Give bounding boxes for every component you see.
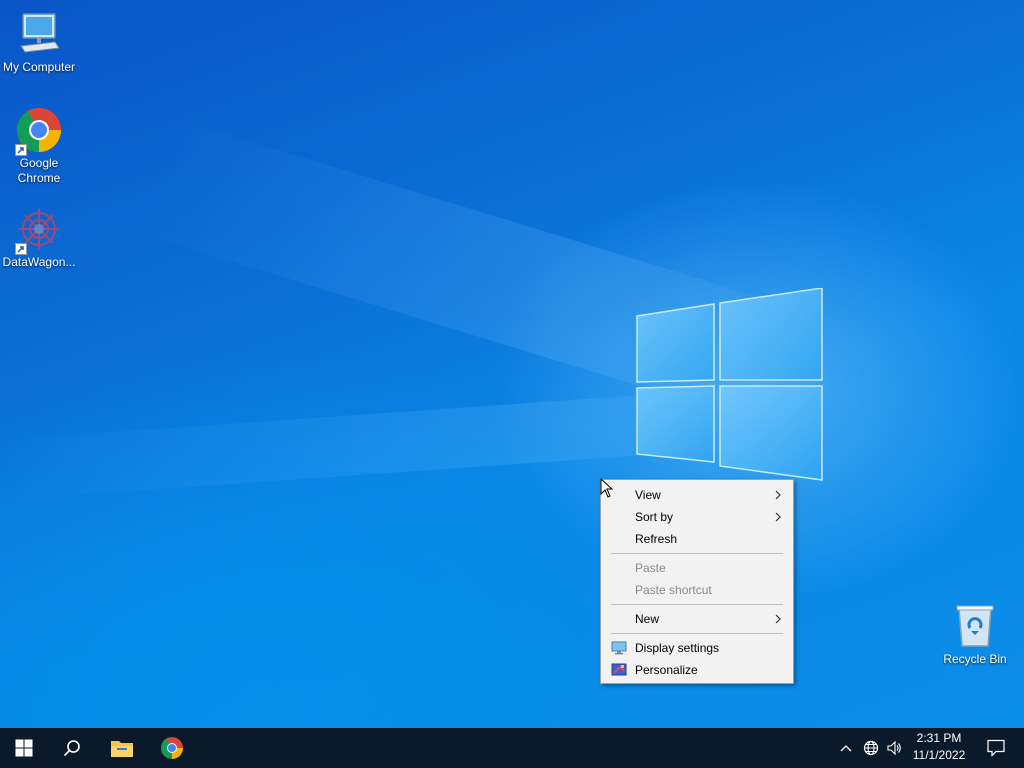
volume-button[interactable] (882, 728, 906, 768)
chevron-right-icon (775, 614, 781, 624)
menu-item-label: Display settings (635, 641, 720, 655)
menu-item-display-settings[interactable]: Display settings (601, 637, 793, 659)
windows-logo-wallpaper (636, 288, 823, 481)
taskbar: 2:31 PM 11/1/2022 (0, 728, 1024, 768)
search-icon (63, 740, 80, 757)
desktop-icon-my-computer[interactable]: My Computer (0, 10, 78, 75)
chevron-right-icon (775, 490, 781, 500)
menu-separator (611, 633, 783, 634)
computer-icon (15, 10, 63, 58)
action-center-icon (987, 739, 1005, 757)
menu-item-sort-by[interactable]: Sort by (601, 506, 793, 528)
start-button[interactable] (0, 728, 48, 768)
menu-item-label: Refresh (635, 532, 678, 546)
menu-item-label: Paste shortcut (635, 583, 712, 597)
menu-item-label: Sort by (635, 510, 674, 524)
desktop-icon-label: DataWagon... (2, 255, 76, 269)
desktop-icon-label: Chrome (17, 171, 61, 185)
clock-time: 2:31 PM (916, 731, 962, 745)
shortcut-arrow-icon (15, 243, 27, 255)
menu-separator (611, 604, 783, 605)
clock-date: 11/1/2022 (912, 748, 966, 762)
menu-item-label: View (635, 488, 661, 502)
desktop-icon-recycle-bin[interactable]: Recycle Bin (936, 602, 1014, 667)
menu-item-paste[interactable]: Paste (601, 557, 793, 579)
menu-item-label: Paste (635, 561, 666, 575)
menu-item-label: Personalize (635, 663, 698, 677)
menu-item-view[interactable]: View (601, 484, 793, 506)
desktop-icon-google-chrome[interactable]: Google Chrome (0, 106, 78, 186)
desktop-icon-label: My Computer (2, 60, 76, 74)
chrome-icon (15, 106, 63, 156)
menu-item-label: New (635, 612, 660, 626)
network-globe-icon (863, 740, 879, 756)
show-hidden-icons-button[interactable] (834, 728, 858, 768)
mouse-cursor-icon (600, 478, 614, 498)
file-explorer-icon (111, 741, 133, 757)
desktop-icon-label: Recycle Bin (943, 652, 1007, 666)
desktop-icon-datawagon[interactable]: DataWagon... (0, 205, 78, 270)
start-icon (15, 739, 33, 757)
menu-separator (611, 553, 783, 554)
personalize-icon (611, 663, 627, 676)
shortcut-arrow-icon (15, 144, 27, 156)
chrome-icon (161, 737, 183, 759)
menu-item-personalize[interactable]: Personalize (601, 659, 793, 681)
display-settings-icon (611, 641, 627, 655)
desktop-context-menu: View Sort by Refresh Paste Paste shortcu… (600, 479, 794, 684)
recycle-bin-icon (951, 602, 999, 650)
desktop-icon-label: Google (19, 156, 59, 170)
volume-icon (887, 740, 901, 756)
menu-item-paste-shortcut[interactable]: Paste shortcut (601, 579, 793, 601)
search-button[interactable] (48, 728, 96, 768)
desktop[interactable]: My Computer Google Chrome DataWagon... R… (0, 0, 1024, 728)
file-explorer-taskbar-button[interactable] (98, 728, 146, 768)
menu-item-refresh[interactable]: Refresh (601, 528, 793, 550)
taskbar-clock[interactable]: 2:31 PM 11/1/2022 (904, 730, 974, 766)
datawagon-icon (15, 205, 63, 255)
menu-item-new[interactable]: New (601, 608, 793, 630)
network-button[interactable] (858, 728, 884, 768)
action-center-button[interactable] (976, 728, 1016, 768)
chevron-right-icon (775, 512, 781, 522)
chrome-taskbar-button[interactable] (148, 728, 196, 768)
chevron-up-icon (840, 745, 852, 752)
